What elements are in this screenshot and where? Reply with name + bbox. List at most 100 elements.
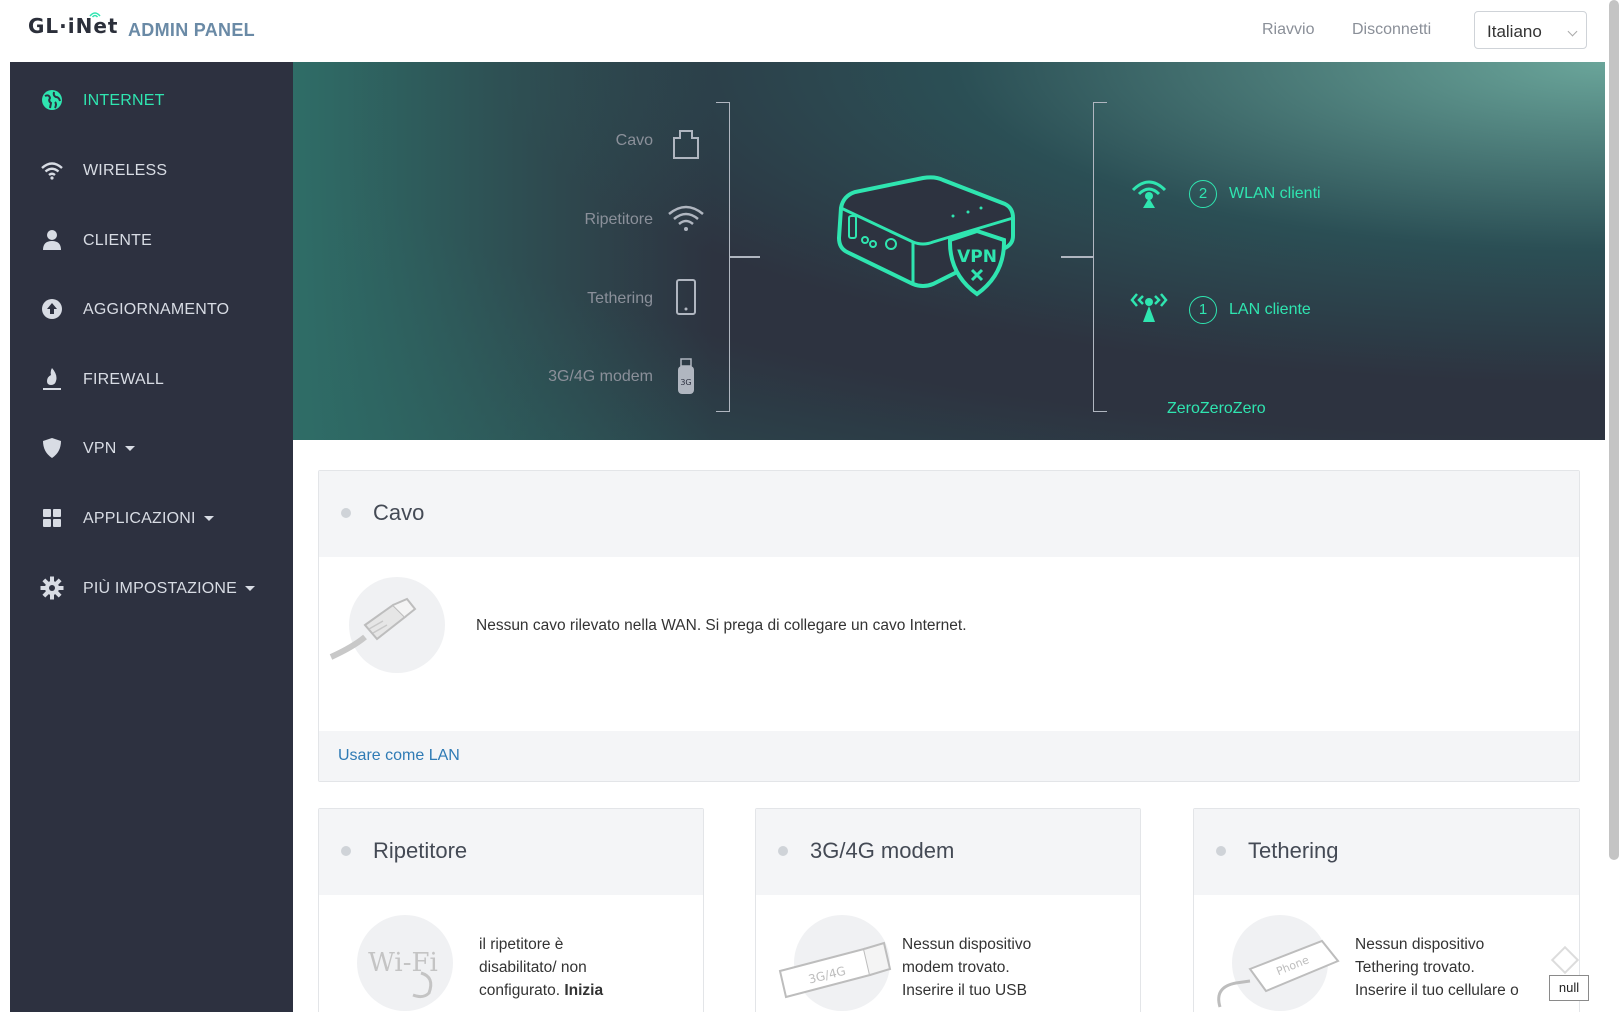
start-link[interactable]: Inizia <box>564 982 603 999</box>
sidebar-item-label: INTERNET <box>83 92 165 109</box>
language-select[interactable]: Italiano <box>1474 11 1587 49</box>
sidebar-item-label-wrap: VPN <box>83 440 135 458</box>
scrollbar-thumb[interactable] <box>1609 0 1619 860</box>
card-footer: Usare come LAN <box>319 731 1579 781</box>
message-line: configurato. Inizia <box>479 979 603 1002</box>
ethernet-cable-icon <box>329 597 417 660</box>
sidebar-item-label: FIREWALL <box>83 371 165 388</box>
vertical-scrollbar[interactable] <box>1605 0 1624 1012</box>
source-label-modem: 3G/4G modem <box>548 368 653 385</box>
repeater-illustration: Wi-Fi <box>357 915 453 1011</box>
sidebar-item-internet[interactable]: INTERNET <box>10 76 293 126</box>
logo[interactable]: GL·iNet <box>28 12 119 38</box>
sidebar-item-label: PIÙ IMPOSTAZIONE <box>83 580 238 597</box>
card-title: Ripetitore <box>373 838 468 863</box>
source-label-cavo: Cavo <box>615 132 653 149</box>
message-text: configurato. <box>479 982 560 999</box>
logout-link[interactable]: Disconnetti <box>1352 21 1431 39</box>
logo-wifi-icon <box>89 12 101 18</box>
network-status-banner: Cavo Ripetitore Tethering 3G/4G modem 3G <box>293 62 1605 440</box>
sidebar-item-label-wrap: APPLICAZIONI <box>83 510 214 528</box>
modem-message: Nessun dispositivo modem trovato. Inseri… <box>902 933 1031 1002</box>
sidebar-item-label: WIRELESS <box>83 162 168 179</box>
message-line: modem trovato. <box>902 959 1010 976</box>
user-icon <box>43 230 61 250</box>
sidebar-item-vpn[interactable]: VPN <box>10 424 293 474</box>
sidebar-item-label: VPN <box>83 440 117 457</box>
phone-cable-icon: Phone <box>1217 939 1340 1008</box>
status-dot <box>778 846 788 856</box>
usb-modem-icon: 3G/4G <box>778 941 892 999</box>
admin-panel-title: ADMIN PANEL <box>128 20 255 40</box>
usb-modem-icon: 3G <box>678 358 694 394</box>
right-bracket <box>1093 102 1107 412</box>
ethernet-port-icon <box>673 130 699 159</box>
status-dot <box>1216 846 1226 856</box>
logo-text: GL·iNet <box>28 14 119 38</box>
source-label-ripetitore: Ripetitore <box>584 211 653 228</box>
cable-card: Cavo Nessun cavo rilevato nella WAN. Si … <box>318 470 1580 782</box>
sidebar-item-piu-impostazione[interactable]: PIÙ IMPOSTAZIONE <box>10 564 293 614</box>
sidebar-item-applicazioni[interactable]: APPLICAZIONI <box>10 494 293 544</box>
sidebar-item-firewall[interactable]: FIREWALL <box>10 355 293 405</box>
wireless-antenna-icon <box>1131 180 1167 208</box>
left-connector <box>730 256 760 258</box>
card-header: Ripetitore <box>319 809 703 895</box>
phone-icon <box>676 279 696 315</box>
message-line: Tethering trovato. <box>1355 959 1475 976</box>
card-title: Tethering <box>1248 838 1339 863</box>
left-bracket <box>716 102 730 412</box>
repeater-message: il ripetitore è disabilitato/ non config… <box>479 933 603 1002</box>
tethering-illustration: Phone <box>1217 915 1340 1011</box>
status-dot <box>341 846 351 856</box>
wlan-client-label[interactable]: WLAN clienti <box>1229 185 1321 203</box>
message-line: Inserire il tuo USB <box>902 982 1027 999</box>
sidebar-item-label: APPLICAZIONI <box>83 510 196 527</box>
sidebar-item-wireless[interactable]: WIRELESS <box>10 146 293 196</box>
wlan-client-count: 2 <box>1189 180 1217 208</box>
sidebar-item-cliente[interactable]: CLIENTE <box>10 216 293 266</box>
device-name: ZeroZeroZero <box>1167 400 1266 417</box>
wifi-icon <box>41 162 63 180</box>
globe-icon <box>42 90 62 110</box>
caret-down-icon <box>245 586 256 592</box>
status-dot <box>341 508 351 518</box>
sidebar-item-label-wrap: PIÙ IMPOSTAZIONE <box>83 580 256 598</box>
wifi-icon <box>668 205 704 231</box>
cable-message: Nessun cavo rilevato nella WAN. Si prega… <box>476 617 967 634</box>
sidebar-item-aggiornamento[interactable]: AGGIORNAMENTO <box>10 285 293 335</box>
svg-text:3G: 3G <box>680 378 691 387</box>
sidebar-item-label: CLIENTE <box>83 232 152 249</box>
lan-antenna-icon <box>1130 293 1168 322</box>
vpn-shield-icon: VPN <box>947 228 1007 297</box>
card-title: 3G/4G modem <box>810 838 955 863</box>
tethering-card: Tethering Phone Nessun dispositivo Tethe… <box>1193 808 1580 1012</box>
lan-client-count: 1 <box>1189 296 1217 324</box>
use-as-lan-link[interactable]: Usare come LAN <box>338 747 460 765</box>
lan-client-label[interactable]: LAN cliente <box>1229 301 1311 319</box>
message-line: disabilitato/ non <box>479 959 587 976</box>
wifi-logo-text: Wi-Fi <box>368 948 438 978</box>
repeater-card: Ripetitore Wi-Fi il ripetitore è disabil… <box>318 808 704 1012</box>
modem-card: 3G/4G modem 3G/4G Nessun dispositivo mod… <box>755 808 1141 1012</box>
upload-icon <box>42 299 62 319</box>
language-value: Italiano <box>1487 22 1542 41</box>
sidebar-item-label: AGGIORNAMENTO <box>83 301 230 318</box>
card-header: 3G/4G modem <box>756 809 1140 895</box>
gear-icon <box>40 576 64 600</box>
reboot-link[interactable]: Riavvio <box>1262 21 1314 39</box>
vpn-badge-text: VPN <box>957 247 997 267</box>
sidebar: INTERNET WIRELESS CLIENTE AGGIORNAMENTO … <box>10 62 293 1012</box>
right-connector <box>1061 256 1093 258</box>
shield-icon <box>43 438 61 458</box>
message-line: il ripetitore è <box>479 936 564 953</box>
card-header: Tethering <box>1194 809 1579 895</box>
grid-icon <box>43 509 61 527</box>
source-label-tethering: Tethering <box>587 290 653 307</box>
tethering-message: Nessun dispositivo Tethering trovato. In… <box>1355 933 1519 1002</box>
modem-illustration: 3G/4G <box>778 915 892 1011</box>
caret-down-icon <box>124 446 135 452</box>
card-title: Cavo <box>373 500 425 525</box>
card-header: Cavo <box>319 471 1579 557</box>
message-line: Inserire il tuo cellulare o <box>1355 982 1519 999</box>
